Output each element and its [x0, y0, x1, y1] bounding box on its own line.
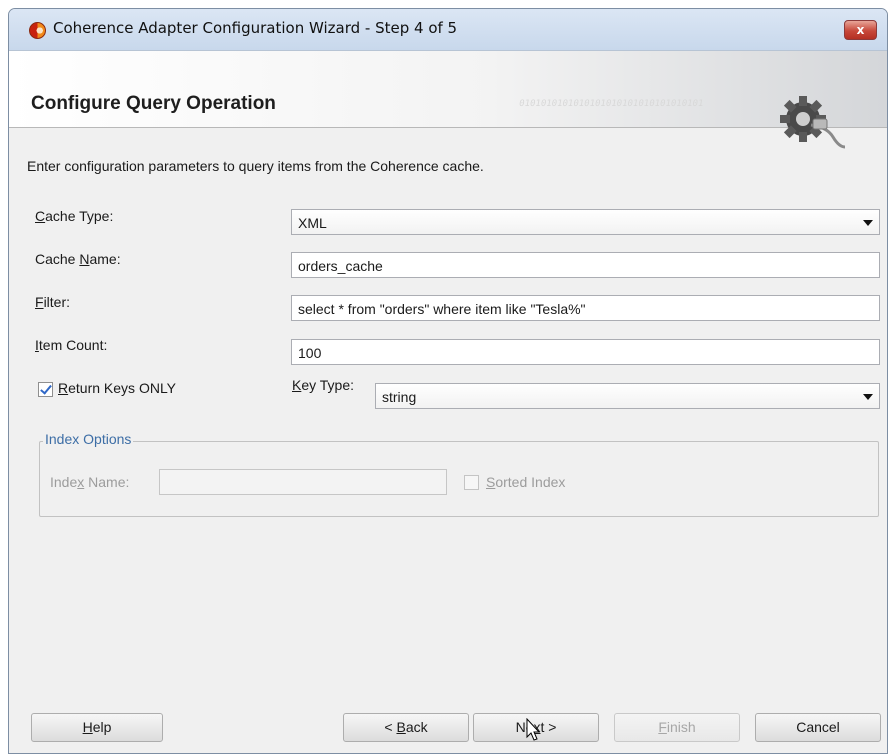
mouse-pointer-icon	[526, 718, 541, 741]
index-name-input[interactable]	[159, 469, 447, 495]
label-mnemonic: R	[58, 380, 69, 396]
label-text: ilter:	[43, 294, 71, 310]
label-text: eturn Keys ONLY	[68, 380, 177, 396]
back-button[interactable]: < Back	[343, 713, 469, 742]
button-text: Cancel	[796, 719, 840, 735]
label-mnemonic: K	[292, 377, 302, 393]
button-text: <	[384, 719, 397, 735]
finish-button[interactable]: Finish	[614, 713, 740, 742]
label-mnemonic: N	[79, 251, 90, 267]
wizard-content: Enter configuration parameters to query …	[9, 129, 887, 709]
label-text: ame:	[89, 251, 121, 267]
label-text: orted Index	[495, 474, 566, 490]
key-type-label: Key Type:	[292, 377, 354, 393]
cancel-button[interactable]: Cancel	[755, 713, 881, 742]
filter-label: Filter:	[35, 294, 70, 310]
help-button[interactable]: Help	[31, 713, 163, 742]
title-bar[interactable]: Coherence Adapter Configuration Wizard -…	[9, 9, 887, 51]
label-mnemonic: C	[35, 208, 46, 224]
cache-type-dropdown[interactable]: XML	[291, 209, 880, 235]
label-text: ey Type:	[301, 377, 355, 393]
item-count-input[interactable]: 100	[291, 339, 880, 365]
binary-decoration: 0101010101010101010101010101010101	[518, 99, 705, 109]
cache-name-input[interactable]: orders_cache	[291, 252, 880, 278]
oracle-app-icon	[29, 22, 46, 39]
button-mnemonic: B	[396, 719, 406, 735]
filter-input[interactable]: select * from "orders" where item like "…	[291, 295, 880, 321]
label-text: ache Type:	[45, 208, 114, 224]
close-button[interactable]: x	[844, 20, 877, 40]
return-keys-only-checkbox[interactable]	[38, 382, 53, 397]
key-type-value: string	[382, 389, 417, 405]
index-options-legend: Index Options	[43, 431, 134, 447]
cache-name-label: Cache Name:	[35, 251, 121, 267]
cache-type-label: Cache Type:	[35, 208, 113, 224]
wizard-window: Coherence Adapter Configuration Wizard -…	[8, 8, 888, 754]
window-title: Coherence Adapter Configuration Wizard -…	[53, 19, 458, 37]
label-text: Name:	[84, 474, 130, 490]
button-mnemonic: H	[82, 719, 93, 735]
wizard-button-bar: Help < Back Next > Finish Cancel	[9, 709, 887, 753]
instructions-text: Enter configuration parameters to query …	[27, 158, 484, 174]
item-count-label: Item Count:	[35, 337, 107, 353]
label-mnemonic: S	[486, 474, 496, 490]
sorted-index-label[interactable]: Sorted Index	[486, 474, 565, 490]
label-text: Inde	[50, 474, 78, 490]
page-title: Configure Query Operation	[31, 93, 276, 114]
button-text: t >	[540, 719, 557, 735]
chevron-down-icon	[863, 220, 873, 226]
chevron-down-icon	[863, 394, 873, 400]
button-text: inish	[666, 719, 696, 735]
cache-type-value: XML	[298, 215, 327, 231]
label-text: Cache	[35, 251, 80, 267]
key-type-dropdown[interactable]: string	[375, 383, 880, 409]
return-keys-only-label[interactable]: Return Keys ONLY	[58, 380, 176, 396]
index-name-label: Index Name:	[50, 474, 129, 490]
button-mnemonic: F	[658, 719, 667, 735]
label-mnemonic: F	[35, 294, 44, 310]
button-text: ack	[405, 719, 428, 735]
button-text: elp	[92, 719, 112, 735]
wizard-header: 0101010101010101010101010101010101 Confi…	[9, 51, 887, 149]
sorted-index-checkbox[interactable]	[464, 475, 479, 490]
label-text: tem Count:	[38, 337, 108, 353]
